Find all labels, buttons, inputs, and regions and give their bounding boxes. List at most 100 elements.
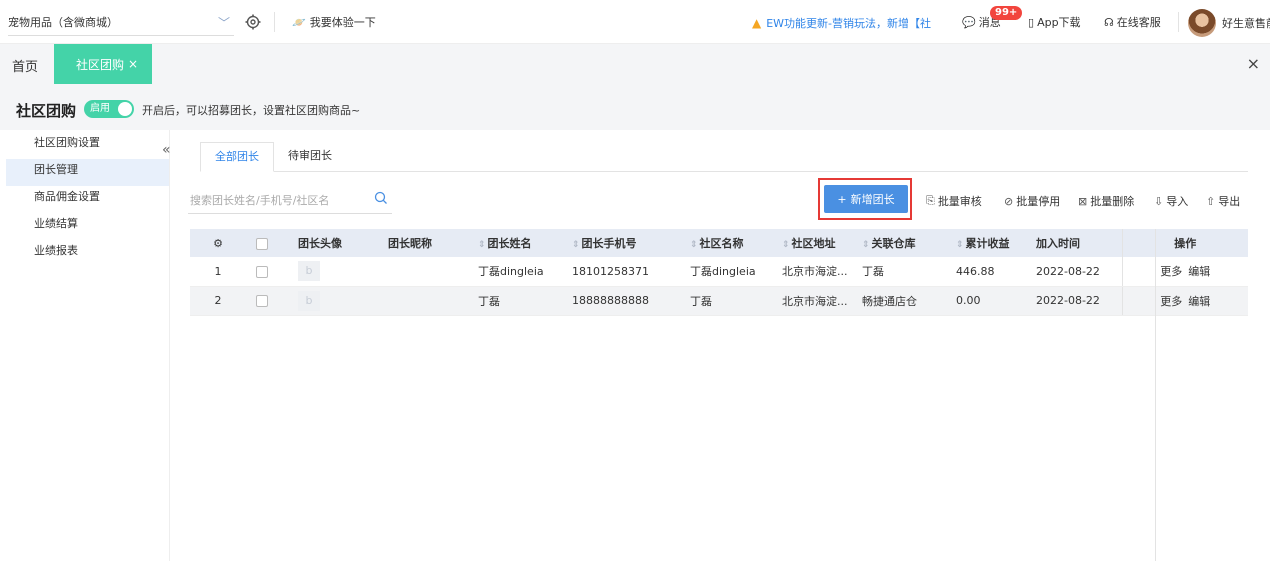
toggle-label: 启用: [90, 103, 110, 114]
app-download-label: App下载: [1037, 16, 1081, 29]
import-label: 导入: [1166, 195, 1189, 208]
actions-column-divider: [1155, 229, 1156, 561]
sidebar: 社区团购设置 团长管理 商品佣金设置 业绩结算 业绩报表 «: [6, 130, 171, 561]
chevron-down-icon: ﹀: [217, 16, 230, 30]
col-actions: 操作: [1121, 229, 1248, 257]
notice-text: EW功能更新-营销玩法，新增【社: [766, 17, 932, 30]
sort-icon: ⇕: [862, 240, 870, 250]
chat-icon: 💬: [962, 15, 976, 29]
col-name[interactable]: ⇕ 团长姓名: [468, 229, 562, 257]
edit-link[interactable]: 编辑: [1188, 265, 1210, 278]
row-name: 丁磊: [468, 286, 562, 316]
batch-delete-button[interactable]: ⊠ 批量删除: [1078, 193, 1134, 209]
row-actions: 更多 编辑: [1121, 286, 1248, 316]
batch-review-label: 批量审核: [937, 195, 982, 208]
batch-review-button[interactable]: ⎘ 批量审核: [926, 193, 982, 209]
enable-toggle[interactable]: 启用: [84, 100, 134, 118]
close-icon[interactable]: ×: [128, 57, 138, 71]
col-earnings-label: 累计收益: [965, 237, 1010, 250]
row-actions: 更多 编辑: [1121, 257, 1248, 287]
app-download-button[interactable]: ▯ App下载: [1028, 14, 1081, 30]
toggle-knob: [118, 102, 132, 116]
tab-all-leaders[interactable]: 全部团长: [200, 142, 274, 172]
col-earnings[interactable]: ⇕ 累计收益: [946, 229, 1026, 257]
batch-disable-button[interactable]: ⊘ 批量停用: [1004, 193, 1060, 209]
user-name[interactable]: 好生意售前: [1222, 15, 1270, 31]
row-checkbox[interactable]: [246, 286, 288, 316]
table-row: 2 b 丁磊 18888888888 丁磊 北京市海淀... 畅捷通店仓 0.0…: [190, 286, 1248, 316]
try-label: 我要体验一下: [309, 16, 376, 29]
plus-icon: +: [837, 192, 847, 206]
col-phone[interactable]: ⇕ 团长手机号: [562, 229, 680, 257]
col-community[interactable]: ⇕ 社区名称: [680, 229, 772, 257]
import-button[interactable]: ⇩ 导入: [1154, 193, 1188, 209]
row-nickname: [378, 257, 468, 287]
headset-icon: ☊: [1104, 15, 1114, 29]
bell-icon: ▲: [752, 16, 762, 30]
sidebar-item-commission[interactable]: 商品佣金设置: [6, 186, 169, 213]
planet-icon: 🪐: [292, 15, 306, 29]
search-input[interactable]: 搜索团长姓名/手机号/社区名: [190, 192, 329, 208]
col-warehouse[interactable]: ⇕ 关联仓库: [852, 229, 946, 257]
col-community-label: 社区名称: [699, 237, 744, 250]
delete-icon: ⊠: [1078, 194, 1088, 208]
col-joined: 加入时间: [1026, 229, 1122, 257]
row-earnings: 446.88: [946, 257, 1026, 287]
tab-pending-leaders[interactable]: 待审团长: [274, 142, 346, 172]
search-box[interactable]: 搜索团长姓名/手机号/社区名: [188, 186, 392, 214]
row-address: 北京市海淀...: [772, 286, 852, 316]
row-joined: 2022-08-22: [1026, 286, 1122, 316]
page-title: 社区团购: [16, 102, 77, 120]
col-name-label: 团长姓名: [487, 237, 532, 250]
sort-icon: ⇕: [782, 240, 790, 250]
add-leader-label: 新增团长: [850, 193, 895, 206]
row-index: 1: [190, 257, 246, 287]
col-address-label: 社区地址: [791, 237, 836, 250]
try-link[interactable]: 🪐 我要体验一下: [292, 14, 376, 30]
sidebar-item-reports[interactable]: 业绩报表: [6, 240, 169, 267]
sidebar-item-settings[interactable]: 社区团购设置: [6, 132, 169, 159]
divider: [274, 12, 275, 32]
tab-community-group-buy[interactable]: 社区团购 ×: [54, 44, 152, 84]
image-placeholder-icon: b: [298, 261, 320, 282]
page-hint: 开启后，可以招募团长，设置社区团购商品~: [142, 104, 361, 117]
sidebar-item-settlement[interactable]: 业绩结算: [6, 213, 169, 240]
more-link[interactable]: 更多: [1160, 265, 1182, 278]
collapse-sidebar-icon[interactable]: «: [162, 142, 171, 158]
col-warehouse-label: 关联仓库: [871, 237, 916, 250]
search-icon[interactable]: [374, 191, 388, 205]
row-joined: 2022-08-22: [1026, 257, 1122, 287]
batch-disable-label: 批量停用: [1016, 195, 1061, 208]
export-label: 导出: [1218, 195, 1241, 208]
tab-home[interactable]: 首页: [12, 56, 38, 75]
sidebar-item-leader-management[interactable]: 团长管理: [6, 159, 169, 186]
col-address[interactable]: ⇕ 社区地址: [772, 229, 852, 257]
leader-table: ⚙ 团长头像 团长昵称 ⇕ 团长姓名 ⇕ 团长手机号 ⇕ 社区名称 ⇕ 社区地址 ⇕ 关联…: [190, 229, 1248, 316]
row-warehouse: 畅捷通店仓: [852, 286, 946, 316]
column-settings-icon[interactable]: ⚙: [190, 229, 246, 257]
table-header-row: ⚙ 团长头像 团长昵称 ⇕ 团长姓名 ⇕ 团长手机号 ⇕ 社区名称 ⇕ 社区地址 ⇕ 关联…: [190, 229, 1248, 257]
edit-link[interactable]: 编辑: [1188, 295, 1210, 308]
gear-icon[interactable]: [244, 13, 262, 31]
online-service-label: 在线客服: [1116, 16, 1161, 29]
export-button[interactable]: ⇧ 导出: [1206, 193, 1240, 209]
close-all-tabs-icon[interactable]: ×: [1247, 54, 1260, 73]
row-phone: 18101258371: [562, 257, 680, 287]
col-phone-label: 团长手机号: [581, 237, 637, 250]
review-icon: ⎘: [926, 194, 935, 207]
add-leader-button[interactable]: + 新增团长: [824, 185, 908, 213]
row-avatar: b: [288, 286, 378, 316]
row-index: 2: [190, 286, 246, 316]
row-community: 丁磊dingleia: [680, 257, 772, 287]
messages-badge: 99+: [990, 6, 1023, 20]
store-select[interactable]: 宠物用品（含微商城） ﹀: [8, 8, 234, 36]
col-nickname: 团长昵称: [378, 229, 468, 257]
row-checkbox[interactable]: [246, 257, 288, 287]
select-all-checkbox[interactable]: [246, 229, 288, 257]
sort-icon: ⇕: [956, 240, 964, 250]
image-placeholder-icon: b: [298, 290, 320, 311]
notice-banner[interactable]: ▲ EW功能更新-营销玩法，新增【社: [752, 15, 931, 31]
more-link[interactable]: 更多: [1160, 295, 1182, 308]
online-service-button[interactable]: ☊ 在线客服: [1104, 14, 1161, 30]
avatar[interactable]: [1188, 9, 1216, 37]
